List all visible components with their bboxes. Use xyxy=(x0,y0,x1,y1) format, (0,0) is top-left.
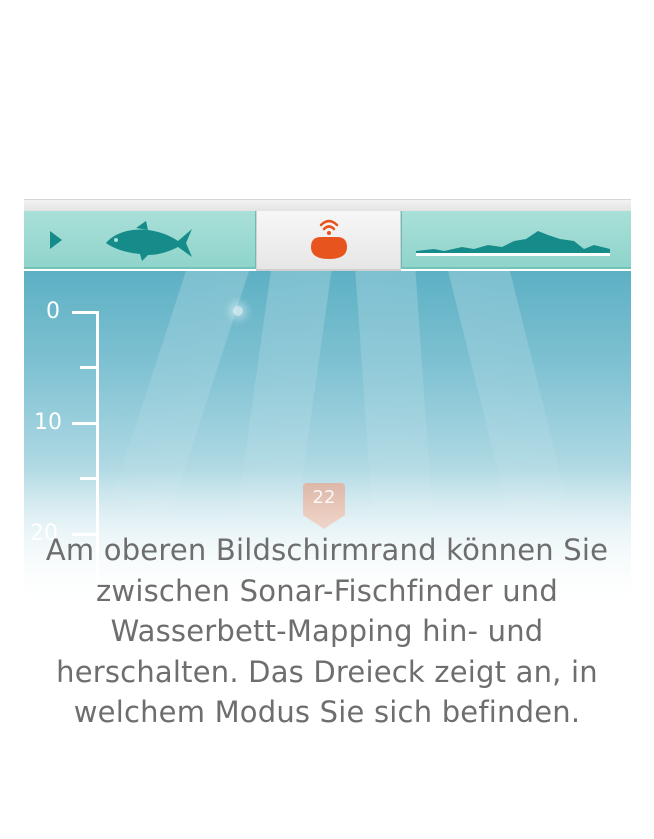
play-icon xyxy=(50,231,62,249)
tab-sonar-device[interactable] xyxy=(256,211,401,271)
tutorial-caption: Am oberen Bildschirmrand können Sie zwis… xyxy=(45,533,609,729)
tab-sonar-fishfinder[interactable] xyxy=(24,211,256,269)
mode-tabbar xyxy=(24,211,631,271)
depth-tick xyxy=(72,422,99,425)
light-sparkle xyxy=(233,306,243,316)
tab-bottom-mapping[interactable] xyxy=(401,211,631,269)
sonar-device-icon xyxy=(311,219,347,259)
depth-tick xyxy=(72,311,99,314)
terrain-icon xyxy=(416,231,610,256)
depth-tick xyxy=(80,366,99,369)
fish-icon xyxy=(106,221,192,261)
depth-label: 0 xyxy=(46,299,60,324)
depth-label: 10 xyxy=(34,410,62,435)
tutorial-screen: 0 10 20 22 Am oberen Bildschirmrand könn… xyxy=(0,0,654,839)
